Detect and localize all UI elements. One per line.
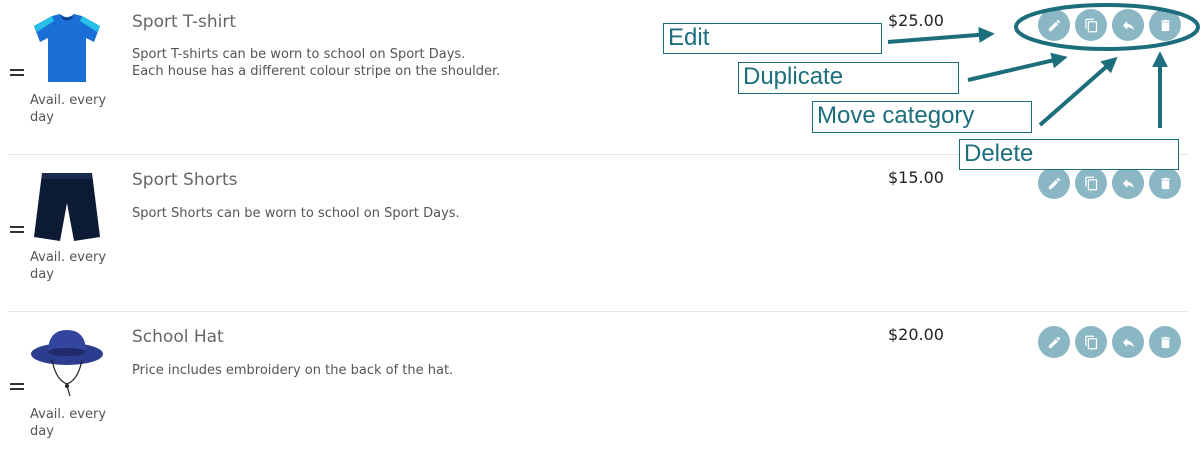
edit-button[interactable] xyxy=(1038,9,1070,41)
pencil-icon xyxy=(1048,19,1060,31)
trash-icon xyxy=(1160,19,1170,31)
reply-arrow-icon xyxy=(1122,178,1134,188)
product-description: Sport T-shirts can be worn to school on … xyxy=(132,47,652,80)
drag-handle[interactable] xyxy=(10,383,24,393)
copy-icon xyxy=(1084,18,1097,32)
drag-handle[interactable] xyxy=(10,69,24,79)
description-line: Sport Shorts can be worn to school on Sp… xyxy=(132,206,460,221)
delete-button[interactable] xyxy=(1149,9,1181,41)
description-line: Price includes embroidery on the back of… xyxy=(132,363,454,378)
product-name[interactable]: School Hat xyxy=(132,327,224,347)
tshirt-image xyxy=(34,14,100,82)
edit-button[interactable] xyxy=(1038,167,1070,199)
product-row: Avail. every day School Hat Price includ… xyxy=(0,314,1202,464)
delete-callout: Delete xyxy=(959,139,1179,170)
product-name[interactable]: Sport Shorts xyxy=(132,170,238,190)
availability-label: Avail. every day xyxy=(30,93,107,125)
divider xyxy=(8,311,1188,312)
duplicate-callout: Duplicate xyxy=(738,62,959,94)
product-price: $20.00 xyxy=(888,325,944,344)
duplicate-button[interactable] xyxy=(1075,9,1107,41)
reply-arrow-icon xyxy=(1122,337,1134,347)
move-category-button[interactable] xyxy=(1112,9,1144,41)
drag-handle[interactable] xyxy=(10,226,24,236)
edit-button[interactable] xyxy=(1038,326,1070,358)
product-row: Avail. every day Sport Shorts Sport Shor… xyxy=(0,157,1202,312)
description-line: Sport T-shirts can be worn to school on … xyxy=(132,47,466,62)
edit-callout: Edit xyxy=(663,23,882,54)
delete-button[interactable] xyxy=(1149,326,1181,358)
product-name[interactable]: Sport T-shirt xyxy=(132,12,236,32)
move-category-button[interactable] xyxy=(1112,167,1144,199)
duplicate-button[interactable] xyxy=(1075,326,1107,358)
availability-label: Avail. every day xyxy=(30,407,107,439)
trash-icon xyxy=(1160,177,1170,189)
hat-image xyxy=(31,330,103,397)
copy-icon xyxy=(1084,335,1097,349)
product-description: Sport Shorts can be worn to school on Sp… xyxy=(132,206,652,223)
product-price: $25.00 xyxy=(888,11,944,30)
pencil-icon xyxy=(1048,177,1060,189)
trash-icon xyxy=(1160,336,1170,348)
delete-button[interactable] xyxy=(1149,167,1181,199)
description-line: Each house has a different colour stripe… xyxy=(132,63,501,79)
product-price: $15.00 xyxy=(888,168,944,187)
reply-arrow-icon xyxy=(1122,20,1134,30)
pencil-icon xyxy=(1048,336,1060,348)
product-description: Price includes embroidery on the back of… xyxy=(132,363,652,380)
copy-icon xyxy=(1084,176,1097,190)
move-category-button[interactable] xyxy=(1112,326,1144,358)
move-category-callout: Move category xyxy=(812,101,1032,133)
availability-label: Avail. every day xyxy=(30,250,107,282)
shorts-image xyxy=(34,173,100,241)
duplicate-button[interactable] xyxy=(1075,167,1107,199)
